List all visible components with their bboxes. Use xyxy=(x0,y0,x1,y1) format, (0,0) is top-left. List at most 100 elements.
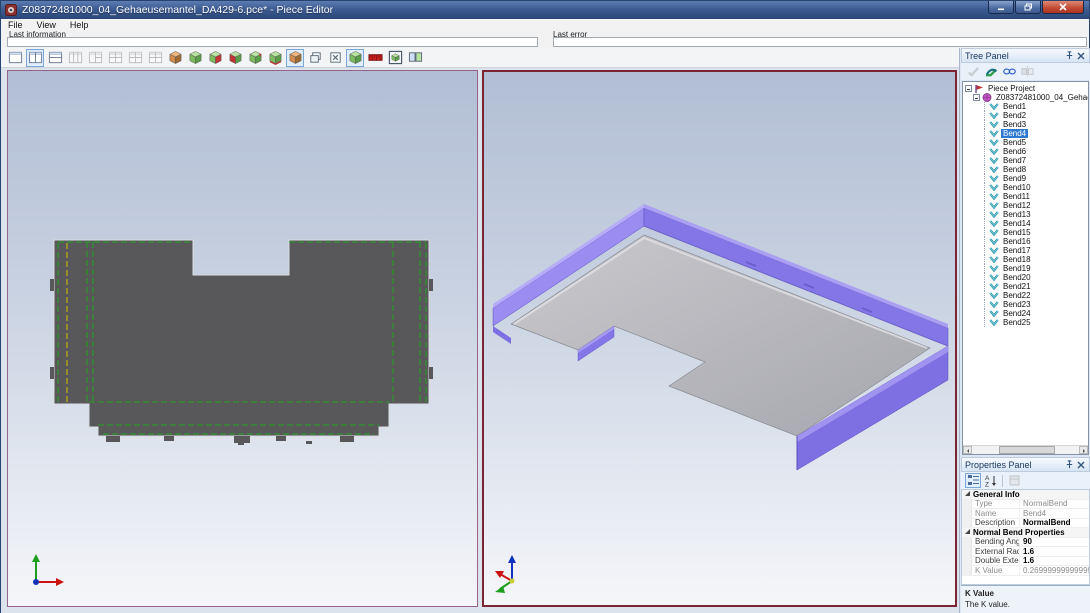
tree-item-bend1[interactable]: Bend1 xyxy=(981,102,1088,111)
tree-item-bend9[interactable]: Bend9 xyxy=(981,174,1088,183)
mirror-button xyxy=(1019,64,1035,79)
tree-item-bend16[interactable]: Bend16 xyxy=(981,237,1088,246)
properties-panel-pin-button[interactable] xyxy=(1064,459,1075,470)
property-value[interactable]: Bend4 xyxy=(1020,509,1089,518)
scroll-right-arrow[interactable] xyxy=(1079,446,1088,454)
show-flat-pattern-button[interactable] xyxy=(166,49,184,67)
show-solid-button[interactable] xyxy=(186,49,204,67)
property-value[interactable]: 0.26999999999999631 xyxy=(1020,566,1089,575)
compare-parts-button[interactable] xyxy=(406,49,424,67)
scroll-left-arrow[interactable] xyxy=(963,446,972,454)
tree-item-bend23[interactable]: Bend23 xyxy=(981,300,1088,309)
bend-node-icon xyxy=(989,210,999,219)
tree-item-bend24[interactable]: Bend24 xyxy=(981,309,1088,318)
show-3d-part-button[interactable] xyxy=(286,49,304,67)
tree-horizontal-scrollbar[interactable] xyxy=(963,445,1088,454)
show-half-unfold-button[interactable] xyxy=(226,49,244,67)
viewport-3d[interactable] xyxy=(482,70,957,607)
property-type[interactable]: TypeNormalBend xyxy=(962,500,1089,510)
tree-item-bend2[interactable]: Bend2 xyxy=(981,111,1088,120)
tree-item-label: Bend5 xyxy=(1001,138,1028,147)
tree-item-bend20[interactable]: Bend20 xyxy=(981,273,1088,282)
minimize-button[interactable] xyxy=(988,1,1014,14)
collapse-icon[interactable] xyxy=(965,85,972,92)
tree-item-bend8[interactable]: Bend8 xyxy=(981,165,1088,174)
tree-item-bend21[interactable]: Bend21 xyxy=(981,282,1088,291)
tree-item-bend5[interactable]: Bend5 xyxy=(981,138,1088,147)
property-external-radi[interactable]: External Radi.1.6 xyxy=(962,547,1089,557)
maximize-button[interactable] xyxy=(1015,1,1041,14)
category-normal-bend-properties[interactable]: Normal Bend Properties xyxy=(962,528,1089,538)
menu-help[interactable]: Help xyxy=(63,19,96,30)
tree-item-bend15[interactable]: Bend15 xyxy=(981,228,1088,237)
categorized-button[interactable] xyxy=(965,473,981,488)
bend-node-icon xyxy=(989,147,999,156)
tree-item-part[interactable]: Z08372481000_04_Gehaeusemantel_DA429-6 xyxy=(973,93,1088,102)
scroll-thumb[interactable] xyxy=(999,446,1055,454)
tree-item-bend10[interactable]: Bend10 xyxy=(981,183,1088,192)
tree-item-bend19[interactable]: Bend19 xyxy=(981,264,1088,273)
property-value[interactable]: 1.6 xyxy=(1020,547,1089,556)
property-double-extens[interactable]: Double Extens1.6 xyxy=(962,557,1089,567)
property-value[interactable]: NormalBend xyxy=(1020,499,1089,508)
show-bend-zones-button[interactable] xyxy=(246,49,264,67)
layout-two-horizontal-views-button[interactable] xyxy=(46,49,64,67)
bend-node-icon xyxy=(989,264,999,273)
tree-item-bend25[interactable]: Bend25 xyxy=(981,318,1088,327)
show-bend-deduction-button[interactable] xyxy=(266,49,284,67)
menu-file[interactable]: File xyxy=(1,19,30,30)
properties-panel: Properties Panel AZ xyxy=(961,457,1090,613)
property-value[interactable]: 1.6 xyxy=(1020,556,1089,565)
property-pages-button xyxy=(1006,473,1022,488)
tree-item-bend22[interactable]: Bend22 xyxy=(981,291,1088,300)
tree-item-bend11[interactable]: Bend11 xyxy=(981,192,1088,201)
layout-four-views-tall-button xyxy=(146,49,164,67)
close-view-window-button[interactable] xyxy=(326,49,344,67)
property-bending-angle[interactable]: Bending Angle90 xyxy=(962,538,1089,548)
menu-view[interactable]: View xyxy=(30,19,63,30)
show-bend-lines-button[interactable] xyxy=(206,49,224,67)
property-k-value[interactable]: K Value0.26999999999999631 xyxy=(962,566,1089,576)
bend-node-icon xyxy=(989,273,999,282)
last-information-field[interactable] xyxy=(7,37,538,47)
properties-panel-close-button[interactable] xyxy=(1075,459,1086,470)
bend-node-icon xyxy=(989,300,999,309)
bend-table-button[interactable] xyxy=(1001,64,1017,79)
add-bend-button[interactable] xyxy=(983,64,999,79)
tree-item-bend13[interactable]: Bend13 xyxy=(981,210,1088,219)
tree-item-label: Bend19 xyxy=(1001,264,1033,273)
tree-panel-pin-button[interactable] xyxy=(1064,50,1075,61)
alphabetical-sort-button[interactable]: AZ xyxy=(983,473,999,488)
bend-node-icon xyxy=(989,318,999,327)
property-value[interactable]: 90 xyxy=(1020,537,1089,546)
new-view-window-button[interactable] xyxy=(306,49,324,67)
tree-item-bend12[interactable]: Bend12 xyxy=(981,201,1088,210)
property-value[interactable]: NormalBend xyxy=(1020,518,1089,527)
alphabetical-sort-icon: AZ xyxy=(985,474,998,487)
close-button[interactable] xyxy=(1042,1,1084,14)
tree-item-bend7[interactable]: Bend7 xyxy=(981,156,1088,165)
viewport-flat-pattern[interactable] xyxy=(7,70,478,607)
property-name[interactable]: NameBend4 xyxy=(962,509,1089,519)
measure-button[interactable] xyxy=(366,49,384,67)
tree-panel-close-button[interactable] xyxy=(1075,50,1086,61)
tree-item-bend3[interactable]: Bend3 xyxy=(981,120,1088,129)
category-general-info[interactable]: General Info xyxy=(962,490,1089,500)
layout-two-vertical-views-button[interactable] xyxy=(26,49,44,67)
tree-item-bend6[interactable]: Bend6 xyxy=(981,147,1088,156)
tree-item-bend17[interactable]: Bend17 xyxy=(981,246,1088,255)
last-error-field[interactable] xyxy=(553,37,1087,47)
zoom-to-part-button[interactable] xyxy=(386,49,404,67)
tree-item-bend14[interactable]: Bend14 xyxy=(981,219,1088,228)
tree-item-piece-project[interactable]: Piece Project xyxy=(965,84,1088,93)
app-icon xyxy=(5,4,17,16)
render-solid-button[interactable] xyxy=(346,49,364,67)
collapse-icon[interactable] xyxy=(973,94,980,101)
layout-single-view-button[interactable] xyxy=(6,49,24,67)
categorized-icon xyxy=(967,474,980,487)
project-icon xyxy=(974,84,984,93)
axis-triad-3d xyxy=(492,551,532,597)
tree-item-bend18[interactable]: Bend18 xyxy=(981,255,1088,264)
tree-item-bend4[interactable]: Bend4 xyxy=(981,129,1088,138)
property-description[interactable]: DescriptionNormalBend xyxy=(962,519,1089,529)
